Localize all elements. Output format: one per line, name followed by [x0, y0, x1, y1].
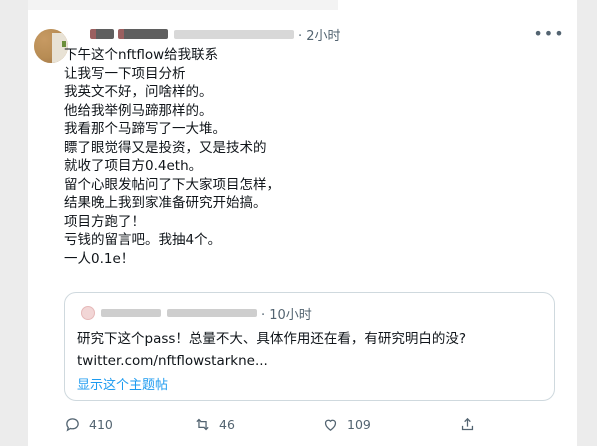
redacted-display-name-2[interactable]	[118, 29, 168, 39]
retweet-icon	[196, 418, 209, 430]
heart-icon	[324, 419, 337, 431]
like-count: 109	[347, 416, 371, 432]
quoted-avatar	[81, 306, 95, 320]
tweet-line: 我看那个马蹄写了一大堆。	[64, 121, 226, 137]
redacted-quoted-name	[101, 309, 161, 317]
tweet-header: · 2小时	[90, 25, 341, 44]
tweet-time[interactable]: · 2小时	[298, 25, 341, 44]
share-icon	[461, 417, 474, 430]
tweet-line: 项目方跑了！	[64, 213, 145, 230]
tweet-line: 一人0.1e！	[64, 250, 135, 267]
quoted-tweet-time: · 10小时	[261, 307, 312, 323]
tweet-line: 瞟了眼觉得又是投资，又是技术的	[64, 139, 267, 156]
tweet-actions: 410 46 109	[64, 414, 544, 434]
show-thread-link[interactable]: 显示这个主题帖	[77, 374, 168, 393]
quoted-tweet[interactable]: · 10小时 研究下这个pass！总量不大、具体作用还在看，有研究明白的没? t…	[64, 292, 555, 401]
tweet-line: 他给我举例马蹄那样的。	[64, 102, 213, 119]
share-button[interactable]	[459, 416, 476, 433]
quoted-tweet-text: 研究下这个pass！总量不大、具体作用还在看，有研究明白的没? twitter.…	[77, 328, 547, 372]
quoted-line: 研究下这个pass！总量不大、具体作用还在看，有研究明白的没?	[77, 331, 467, 347]
more-options-icon[interactable]: •••	[533, 24, 563, 43]
tweet-line: 留个心眼发帖问了下大家项目怎样，	[64, 176, 280, 193]
avatar[interactable]	[34, 29, 68, 63]
redacted-quoted-handle	[167, 309, 257, 317]
quoted-line: twitter.com/nftflowstarkne...	[77, 353, 268, 369]
retweet-button[interactable]: 46	[194, 416, 235, 433]
reply-icon	[66, 417, 79, 432]
tweet-line: 结果晚上我到家准备研究开始搞。	[64, 195, 267, 211]
like-button[interactable]: 109	[322, 416, 371, 433]
tweet-line: 亏钱的留言吧。我抽4个。	[64, 232, 222, 248]
tweet-line: 下午这个nftflow给我联系	[64, 47, 219, 63]
tweet-line: 我英文不好，问啥样的。	[64, 84, 213, 100]
retweet-count: 46	[219, 416, 235, 432]
reply-count: 410	[89, 416, 113, 432]
redacted-display-name[interactable]	[90, 29, 114, 39]
tweet-text: 下午这个nftflow给我联系 让我写一下项目分析 我英文不好，问啥样的。 他给…	[64, 46, 534, 268]
top-divider	[28, 0, 338, 10]
reply-button[interactable]: 410	[64, 416, 113, 433]
tweet-line: 就收了项目方0.4eth。	[64, 158, 203, 174]
redacted-handle[interactable]	[174, 29, 294, 39]
tweet-line: 让我写一下项目分析	[64, 65, 186, 82]
tweet-card[interactable]: · 2小时 ••• 下午这个nftflow给我联系 让我写一下项目分析 我英文不…	[28, 0, 577, 446]
quoted-tweet-header: · 10小时	[81, 305, 312, 323]
